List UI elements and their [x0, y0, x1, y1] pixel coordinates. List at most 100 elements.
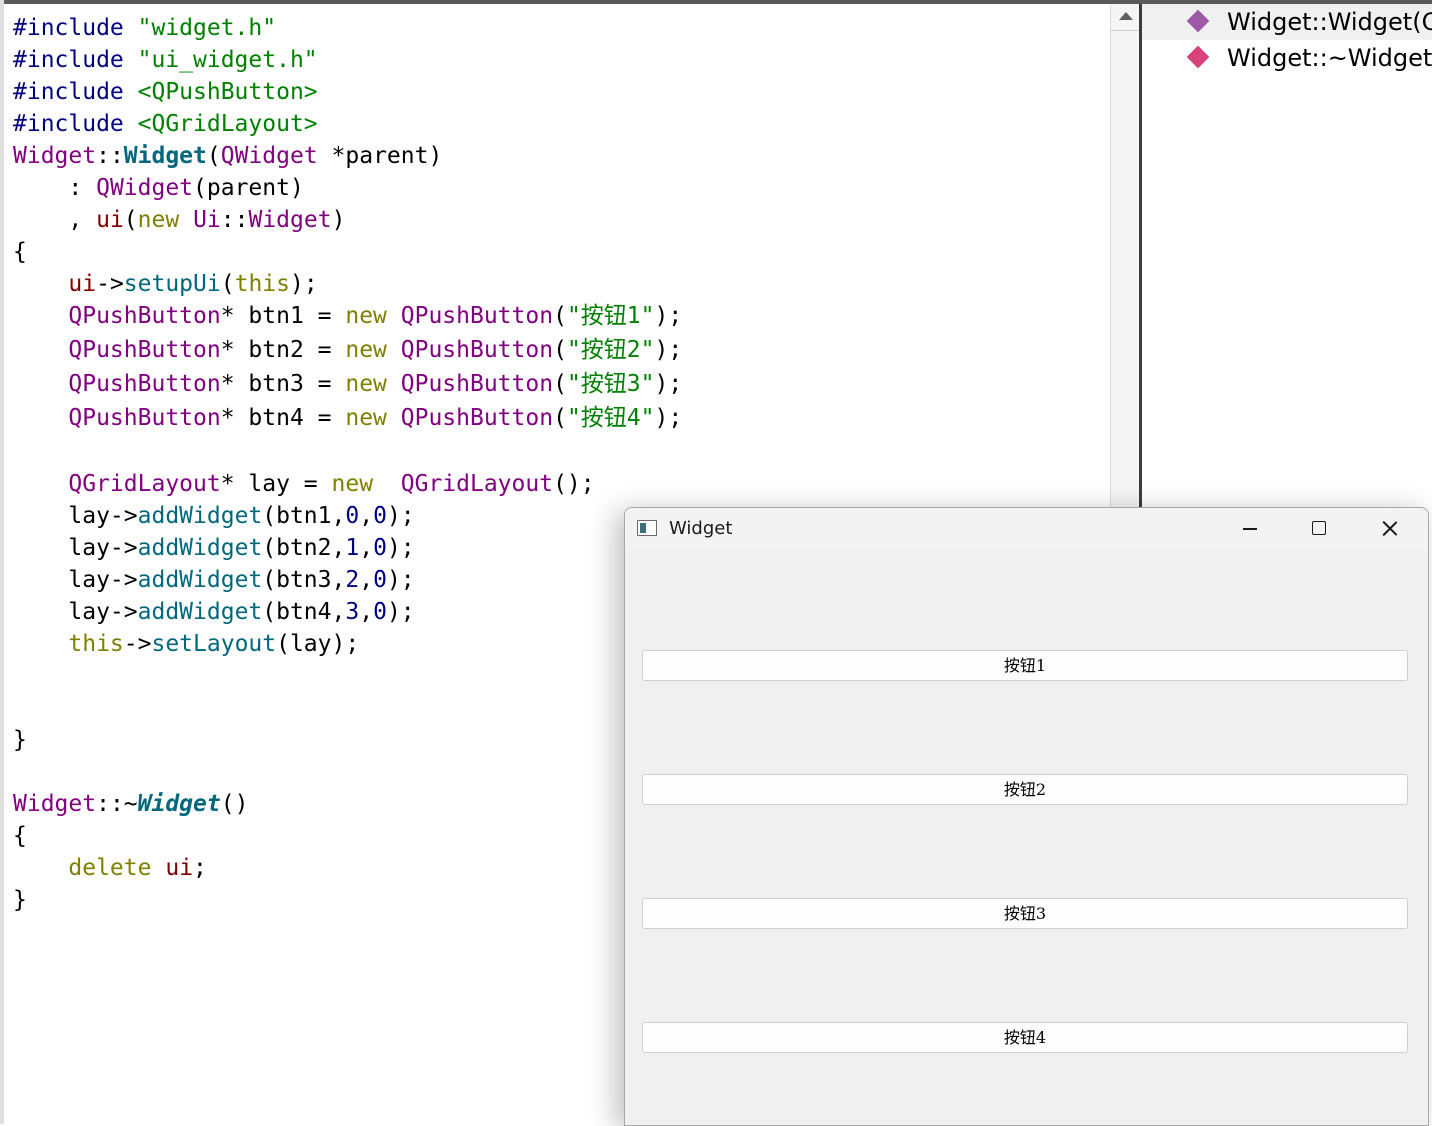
code-token: setLayout [151, 631, 277, 657]
code-token: QPushButton [400, 303, 554, 329]
code-token: ); [654, 303, 683, 329]
code-token: lay-> [68, 535, 138, 561]
code-token: , [359, 567, 374, 593]
code-token: 0 [373, 599, 387, 625]
minimize-icon[interactable] [1227, 508, 1273, 550]
code-token: ( [553, 371, 567, 397]
code-line[interactable]: #include <QPushButton> [13, 77, 318, 107]
app-window-icon [637, 520, 657, 536]
code-token: addWidget [137, 567, 263, 593]
code-token: (btn2, [262, 535, 346, 561]
code-token: 0 [373, 503, 387, 529]
code-token: Widget [13, 791, 97, 817]
code-token: #include [13, 47, 138, 73]
code-token: new [137, 207, 180, 233]
code-line[interactable]: lay->addWidget(btn1,0,0); [13, 501, 415, 531]
code-token: Widget [123, 143, 207, 169]
code-token: } [13, 727, 27, 753]
code-token: "ui_widget.h" [137, 47, 318, 73]
code-line[interactable]: Widget::Widget(QWidget *parent) [13, 141, 442, 171]
push-button-2[interactable]: 按钮2 [642, 774, 1408, 805]
code-line[interactable]: lay->addWidget(btn3,2,0); [13, 565, 414, 595]
code-line[interactable]: lay->addWidget(btn4,3,0); [13, 597, 414, 627]
push-button-3[interactable]: 按钮3 [642, 898, 1408, 929]
code-token: -> [96, 271, 124, 297]
code-line[interactable]: delete ui; [13, 853, 207, 883]
code-line[interactable]: { [13, 237, 27, 267]
code-line[interactable]: ui->setupUi(this); [13, 269, 317, 299]
code-token: ui [165, 855, 194, 881]
code-token: new [345, 337, 387, 363]
code-token: this [68, 631, 124, 657]
code-line[interactable]: { [13, 821, 27, 851]
code-line[interactable]: QGridLayout* lay = new QGridLayout(); [13, 469, 594, 499]
code-token: ) [331, 207, 346, 233]
scroll-up-arrow-icon[interactable] [1111, 4, 1140, 31]
push-button-1[interactable]: 按钮1 [642, 650, 1408, 681]
code-line[interactable]: QPushButton* btn4 = new QPushButton("按钮4… [13, 403, 682, 433]
code-token: } [13, 887, 27, 913]
code-token: QGridLayout [68, 471, 221, 497]
code-token: , [359, 599, 374, 625]
code-token: ; [193, 855, 207, 881]
code-line[interactable]: QPushButton* btn2 = new QPushButton("按钮2… [13, 335, 682, 365]
code-line[interactable]: QPushButton* btn3 = new QPushButton("按钮3… [13, 369, 682, 399]
code-token: Widget [13, 143, 97, 169]
outline-item-constructor[interactable]: Widget::Widget(Q [1142, 4, 1432, 40]
code-token: QPushButton [400, 337, 554, 363]
code-token: lay-> [68, 599, 138, 625]
code-token: addWidget [137, 599, 263, 625]
outline-item-label: Widget::Widget(Q [1227, 8, 1432, 36]
code-line[interactable]: Widget::~Widget() [13, 789, 248, 819]
code-token: Widget [248, 207, 332, 233]
code-line[interactable]: this->setLayout(lay); [13, 629, 359, 659]
code-token: ); [654, 371, 683, 397]
code-token: delete [68, 855, 152, 881]
close-icon[interactable] [1367, 508, 1413, 550]
code-line[interactable]: #include "widget.h" [13, 13, 276, 43]
app-window: Widget 按钮1 按钮2 按钮3 按钮4 [624, 507, 1429, 1126]
code-line[interactable]: #include "ui_widget.h" [13, 45, 318, 75]
code-line[interactable]: : QWidget(parent) [13, 173, 303, 203]
code-token: #include [13, 79, 138, 105]
code-token: ); [386, 503, 415, 529]
maximize-icon[interactable] [1297, 508, 1343, 550]
code-token: QPushButton [400, 405, 554, 431]
code-token: <QPushButton> [137, 79, 318, 105]
code-line[interactable]: #include <QGridLayout> [13, 109, 318, 139]
code-token: ); [654, 337, 683, 363]
push-button-4[interactable]: 按钮4 [642, 1022, 1408, 1053]
code-line[interactable]: , ui(new Ui::Widget) [13, 205, 345, 235]
code-token: QWidget [96, 175, 194, 201]
code-line[interactable]: } [13, 725, 27, 755]
code-token: :: [96, 143, 124, 169]
code-token: Ui [193, 207, 221, 233]
outline-item-destructor[interactable]: Widget::~Widget( [1142, 40, 1432, 76]
code-token: 0 [345, 503, 360, 529]
code-token: *parent) [317, 143, 443, 169]
code-token: addWidget [137, 503, 263, 529]
code-token: ( [553, 303, 567, 329]
code-line[interactable]: lay->addWidget(btn2,1,0); [13, 533, 414, 563]
method-icon [1186, 9, 1210, 33]
window-titlebar[interactable]: Widget [625, 508, 1428, 550]
code-token: { [13, 239, 27, 265]
code-token: Widget [137, 791, 221, 817]
code-token: * lay = [220, 471, 332, 497]
code-line[interactable]: QPushButton* btn1 = new QPushButton("按钮1… [13, 301, 682, 331]
method-icon [1186, 45, 1210, 69]
code-line[interactable]: } [13, 885, 27, 915]
code-token: "widget.h" [137, 15, 277, 41]
